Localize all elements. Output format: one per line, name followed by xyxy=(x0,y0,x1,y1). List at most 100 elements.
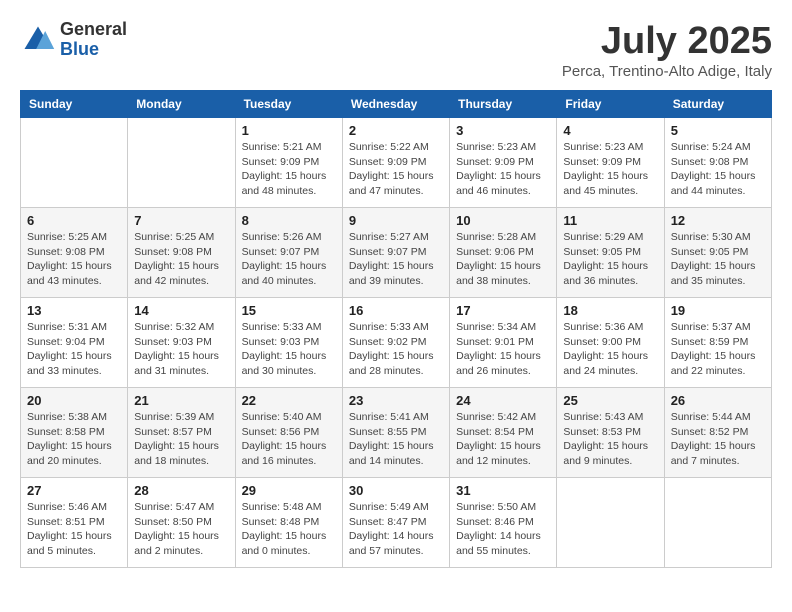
calendar-cell: 14 Sunrise: 5:32 AMSunset: 9:03 PMDayligh… xyxy=(128,298,235,388)
day-number: 30 xyxy=(349,483,443,498)
day-number: 8 xyxy=(242,213,336,228)
calendar-cell: 18 Sunrise: 5:36 AMSunset: 9:00 PMDayligh… xyxy=(557,298,664,388)
calendar-cell: 13 Sunrise: 5:31 AMSunset: 9:04 PMDayligh… xyxy=(21,298,128,388)
calendar-cell: 24 Sunrise: 5:42 AMSunset: 8:54 PMDayligh… xyxy=(450,388,557,478)
day-info: Sunrise: 5:49 AMSunset: 8:47 PMDaylight:… xyxy=(349,500,443,559)
day-number: 3 xyxy=(456,123,550,138)
day-number: 6 xyxy=(27,213,121,228)
calendar-cell: 1 Sunrise: 5:21 AMSunset: 9:09 PMDaylight… xyxy=(235,118,342,208)
day-number: 15 xyxy=(242,303,336,318)
day-info: Sunrise: 5:32 AMSunset: 9:03 PMDaylight:… xyxy=(134,320,228,379)
day-info: Sunrise: 5:23 AMSunset: 9:09 PMDaylight:… xyxy=(456,140,550,199)
day-number: 2 xyxy=(349,123,443,138)
calendar-week-4: 20 Sunrise: 5:38 AMSunset: 8:58 PMDayligh… xyxy=(21,388,772,478)
day-info: Sunrise: 5:48 AMSunset: 8:48 PMDaylight:… xyxy=(242,500,336,559)
logo-icon xyxy=(20,22,56,58)
day-number: 13 xyxy=(27,303,121,318)
day-number: 29 xyxy=(242,483,336,498)
day-number: 10 xyxy=(456,213,550,228)
day-info: Sunrise: 5:40 AMSunset: 8:56 PMDaylight:… xyxy=(242,410,336,469)
day-info: Sunrise: 5:31 AMSunset: 9:04 PMDaylight:… xyxy=(27,320,121,379)
calendar-cell: 12 Sunrise: 5:30 AMSunset: 9:05 PMDayligh… xyxy=(664,208,771,298)
calendar-week-3: 13 Sunrise: 5:31 AMSunset: 9:04 PMDayligh… xyxy=(21,298,772,388)
day-number: 5 xyxy=(671,123,765,138)
weekday-header-tuesday: Tuesday xyxy=(235,91,342,118)
day-number: 16 xyxy=(349,303,443,318)
day-number: 14 xyxy=(134,303,228,318)
calendar-cell: 30 Sunrise: 5:49 AMSunset: 8:47 PMDayligh… xyxy=(342,478,449,568)
day-info: Sunrise: 5:22 AMSunset: 9:09 PMDaylight:… xyxy=(349,140,443,199)
day-info: Sunrise: 5:42 AMSunset: 8:54 PMDaylight:… xyxy=(456,410,550,469)
calendar-cell: 2 Sunrise: 5:22 AMSunset: 9:09 PMDaylight… xyxy=(342,118,449,208)
day-number: 23 xyxy=(349,393,443,408)
day-number: 21 xyxy=(134,393,228,408)
calendar-cell: 10 Sunrise: 5:28 AMSunset: 9:06 PMDayligh… xyxy=(450,208,557,298)
day-info: Sunrise: 5:44 AMSunset: 8:52 PMDaylight:… xyxy=(671,410,765,469)
calendar-cell: 19Sunrise: 5:37 AMSunset: 8:59 PMDayligh… xyxy=(664,298,771,388)
day-number: 25 xyxy=(563,393,657,408)
day-info: Sunrise: 5:47 AMSunset: 8:50 PMDaylight:… xyxy=(134,500,228,559)
day-info: Sunrise: 5:41 AMSunset: 8:55 PMDaylight:… xyxy=(349,410,443,469)
day-number: 28 xyxy=(134,483,228,498)
day-number: 18 xyxy=(563,303,657,318)
day-number: 20 xyxy=(27,393,121,408)
day-info: Sunrise: 5:25 AMSunset: 9:08 PMDaylight:… xyxy=(134,230,228,289)
calendar-week-5: 27Sunrise: 5:46 AMSunset: 8:51 PMDayligh… xyxy=(21,478,772,568)
title-block: July 2025 Perca, Trentino-Alto Adige, It… xyxy=(562,20,772,80)
day-info: Sunrise: 5:43 AMSunset: 8:53 PMDaylight:… xyxy=(563,410,657,469)
logo-line1: General xyxy=(60,20,127,40)
day-info: Sunrise: 5:30 AMSunset: 9:05 PMDaylight:… xyxy=(671,230,765,289)
weekday-header-wednesday: Wednesday xyxy=(342,91,449,118)
day-info: Sunrise: 5:28 AMSunset: 9:06 PMDaylight:… xyxy=(456,230,550,289)
calendar-cell xyxy=(21,118,128,208)
day-number: 26 xyxy=(671,393,765,408)
day-info: Sunrise: 5:25 AMSunset: 9:08 PMDaylight:… xyxy=(27,230,121,289)
calendar-cell: 23 Sunrise: 5:41 AMSunset: 8:55 PMDayligh… xyxy=(342,388,449,478)
location-subtitle: Perca, Trentino-Alto Adige, Italy xyxy=(562,63,772,80)
day-info: Sunrise: 5:23 AMSunset: 9:09 PMDaylight:… xyxy=(563,140,657,199)
day-info: Sunrise: 5:21 AMSunset: 9:09 PMDaylight:… xyxy=(242,140,336,199)
day-number: 4 xyxy=(563,123,657,138)
calendar-cell: 8 Sunrise: 5:26 AMSunset: 9:07 PMDaylight… xyxy=(235,208,342,298)
calendar-table: SundayMondayTuesdayWednesdayThursdayFrid… xyxy=(20,90,772,568)
day-info: Sunrise: 5:33 AMSunset: 9:02 PMDaylight:… xyxy=(349,320,443,379)
calendar-cell: 28 Sunrise: 5:47 AMSunset: 8:50 PMDayligh… xyxy=(128,478,235,568)
day-number: 1 xyxy=(242,123,336,138)
calendar-cell xyxy=(128,118,235,208)
calendar-cell: 27Sunrise: 5:46 AMSunset: 8:51 PMDayligh… xyxy=(21,478,128,568)
calendar-cell xyxy=(664,478,771,568)
calendar-cell: 31 Sunrise: 5:50 AMSunset: 8:46 PMDayligh… xyxy=(450,478,557,568)
calendar-week-2: 6 Sunrise: 5:25 AMSunset: 9:08 PMDaylight… xyxy=(21,208,772,298)
calendar-cell: 22 Sunrise: 5:40 AMSunset: 8:56 PMDayligh… xyxy=(235,388,342,478)
day-info: Sunrise: 5:26 AMSunset: 9:07 PMDaylight:… xyxy=(242,230,336,289)
calendar-cell: 7 Sunrise: 5:25 AMSunset: 9:08 PMDaylight… xyxy=(128,208,235,298)
day-number: 19 xyxy=(671,303,765,318)
calendar-cell: 5 Sunrise: 5:24 AMSunset: 9:08 PMDaylight… xyxy=(664,118,771,208)
calendar-cell: 29 Sunrise: 5:48 AMSunset: 8:48 PMDayligh… xyxy=(235,478,342,568)
day-number: 24 xyxy=(456,393,550,408)
day-number: 9 xyxy=(349,213,443,228)
calendar-cell: 11Sunrise: 5:29 AMSunset: 9:05 PMDayligh… xyxy=(557,208,664,298)
day-number: 12 xyxy=(671,213,765,228)
calendar-cell: 9 Sunrise: 5:27 AMSunset: 9:07 PMDaylight… xyxy=(342,208,449,298)
calendar-cell: 21Sunrise: 5:39 AMSunset: 8:57 PMDayligh… xyxy=(128,388,235,478)
calendar-cell: 15Sunrise: 5:33 AMSunset: 9:03 PMDayligh… xyxy=(235,298,342,388)
day-info: Sunrise: 5:38 AMSunset: 8:58 PMDaylight:… xyxy=(27,410,121,469)
day-info: Sunrise: 5:50 AMSunset: 8:46 PMDaylight:… xyxy=(456,500,550,559)
day-number: 7 xyxy=(134,213,228,228)
weekday-header-saturday: Saturday xyxy=(664,91,771,118)
calendar-cell: 20 Sunrise: 5:38 AMSunset: 8:58 PMDayligh… xyxy=(21,388,128,478)
day-info: Sunrise: 5:46 AMSunset: 8:51 PMDaylight:… xyxy=(27,500,121,559)
calendar-week-1: 1 Sunrise: 5:21 AMSunset: 9:09 PMDaylight… xyxy=(21,118,772,208)
page-header: General Blue July 2025 Perca, Trentino-A… xyxy=(20,20,772,80)
logo: General Blue xyxy=(20,20,127,60)
day-number: 31 xyxy=(456,483,550,498)
day-info: Sunrise: 5:24 AMSunset: 9:08 PMDaylight:… xyxy=(671,140,765,199)
calendar-cell: 26 Sunrise: 5:44 AMSunset: 8:52 PMDayligh… xyxy=(664,388,771,478)
day-info: Sunrise: 5:27 AMSunset: 9:07 PMDaylight:… xyxy=(349,230,443,289)
day-info: Sunrise: 5:36 AMSunset: 9:00 PMDaylight:… xyxy=(563,320,657,379)
day-number: 22 xyxy=(242,393,336,408)
month-title: July 2025 xyxy=(562,20,772,63)
day-number: 11 xyxy=(563,213,657,228)
calendar-cell xyxy=(557,478,664,568)
